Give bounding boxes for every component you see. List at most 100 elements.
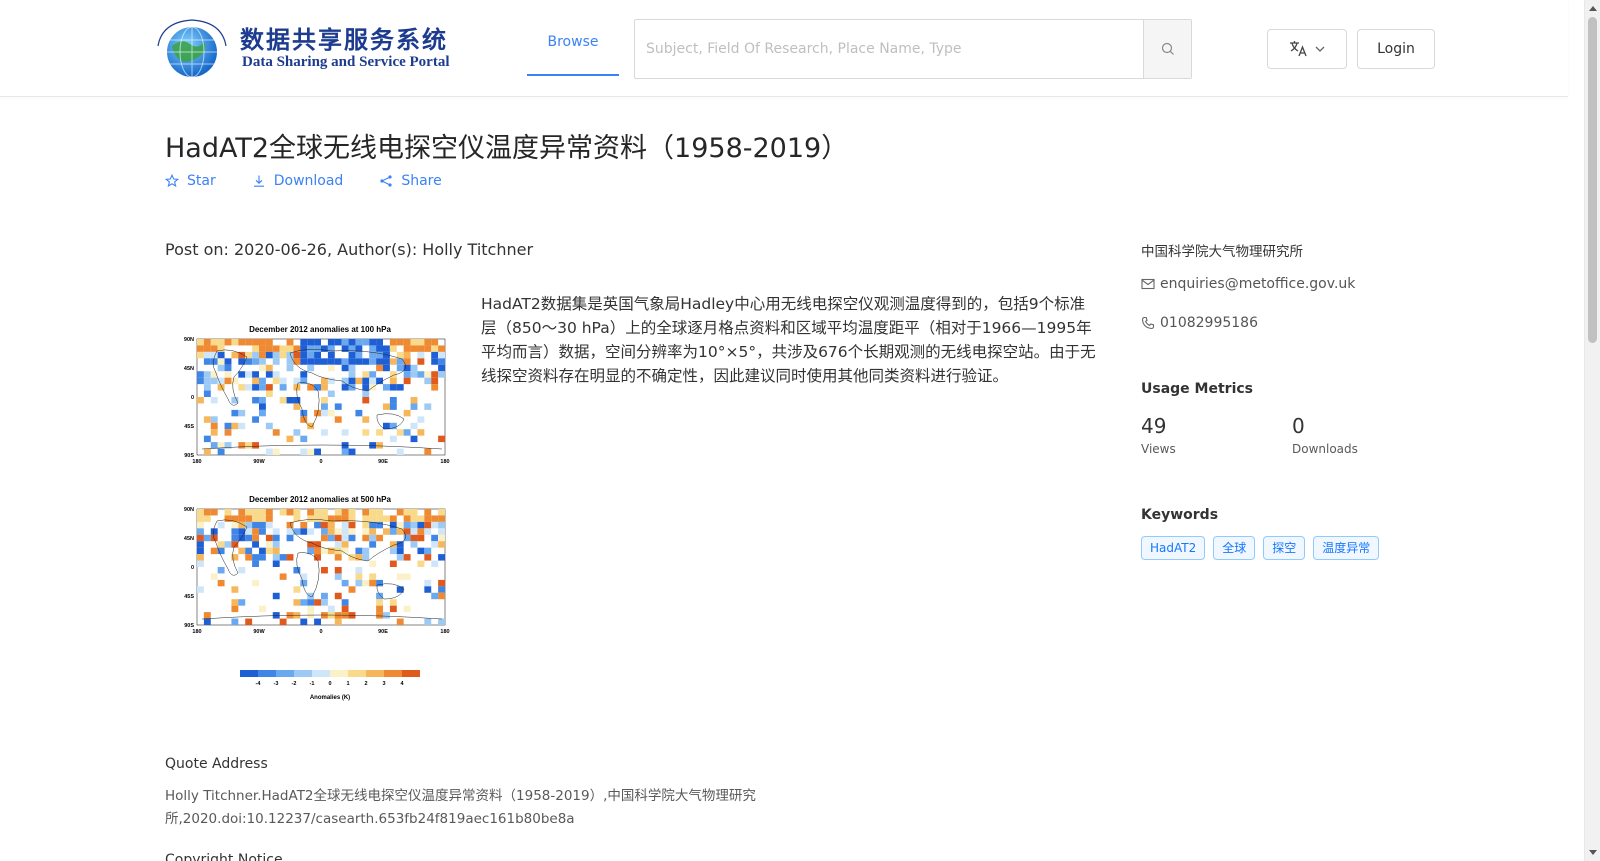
anomaly-cell (307, 528, 315, 535)
anomaly-cell (431, 515, 439, 522)
anomaly-cell (369, 358, 377, 365)
scroll-up-arrow-icon[interactable] (1589, 6, 1597, 11)
anomaly-cell (265, 345, 273, 352)
download-button[interactable]: Download (252, 173, 343, 189)
anomaly-cell (383, 364, 390, 372)
anomaly-cell (327, 377, 335, 385)
anomaly-cell (396, 554, 404, 561)
anomaly-cell (203, 618, 211, 625)
anomaly-cell (362, 339, 370, 346)
anomaly-cell (438, 618, 445, 625)
anomaly-cell (314, 515, 321, 522)
colorbar-swatch (258, 670, 276, 677)
anomaly-cell (396, 547, 404, 555)
language-switcher[interactable] (1267, 29, 1347, 69)
anomaly-cell (203, 384, 211, 391)
anomaly-cell (341, 509, 349, 516)
anomaly-cell (431, 345, 439, 352)
anomaly-cell (383, 403, 390, 410)
search-button[interactable] (1143, 20, 1191, 78)
anomaly-cell (341, 521, 349, 529)
quote-address-text: Holly Titchner.HadAT2全球无线电探空仪温度异常资料（1958… (165, 788, 756, 827)
keyword-tag[interactable]: 全球 (1213, 536, 1256, 560)
star-label: Star (187, 173, 216, 189)
anomaly-cell (321, 534, 328, 542)
top-header: 数据共享服务系统 Data Sharing and Service Portal… (0, 0, 1568, 97)
lon-tick-label: 180 (440, 459, 449, 465)
anomaly-cell (410, 528, 418, 535)
anomaly-cell (321, 515, 328, 522)
scrollbar-thumb[interactable] (1588, 17, 1597, 343)
anomaly-cell (245, 534, 253, 542)
anomaly-cell (341, 534, 349, 542)
anomaly-map-100hpa: December 2012 anomalies at 100 hPa 90N 45N… (184, 325, 450, 465)
anomaly-cell (238, 515, 246, 522)
anomaly-cell (252, 509, 259, 516)
star-button[interactable]: Star (165, 173, 216, 189)
anomaly-cell (348, 528, 356, 535)
anomaly-cell (348, 358, 356, 365)
phone-text: 01082995186 (1160, 315, 1258, 331)
anomaly-cell (231, 599, 239, 606)
anomaly-cell (410, 521, 418, 529)
site-logo[interactable]: 数据共享服务系统 Data Sharing and Service Portal (152, 16, 450, 80)
anomaly-cell (217, 351, 225, 359)
search-input[interactable] (635, 20, 1143, 78)
page-scrollbar[interactable] (1584, 0, 1600, 861)
keyword-tag[interactable]: 探空 (1263, 536, 1306, 560)
anomaly-cell (203, 509, 211, 516)
anomaly-cell (431, 541, 439, 548)
anomaly-cell (424, 554, 432, 561)
anomaly-cell (272, 592, 280, 600)
anomaly-cell (238, 567, 246, 574)
anomaly-cell (293, 377, 301, 385)
keyword-tags: HadAT2 全球 探空 温度异常 (1141, 536, 1380, 560)
anomaly-cell (403, 605, 411, 613)
anomaly-cell (362, 509, 370, 516)
anomaly-cell (197, 371, 204, 378)
keyword-tag[interactable]: HadAT2 (1141, 536, 1206, 560)
anomaly-cell (307, 547, 315, 555)
anomaly-cell (334, 554, 342, 561)
login-button[interactable]: Login (1357, 29, 1435, 69)
anomaly-cell (376, 612, 383, 619)
anomaly-cell (300, 579, 308, 587)
anomaly-cell (231, 377, 239, 385)
anomaly-cell (259, 521, 266, 529)
anomaly-cell (272, 448, 280, 455)
anomaly-cell (334, 541, 342, 548)
logo-title-cn: 数据共享服务系统 (240, 26, 448, 54)
anomaly-cell (265, 384, 273, 391)
nav-browse-tab[interactable]: Browse (527, 0, 619, 76)
scroll-down-arrow-icon[interactable] (1589, 850, 1597, 855)
share-button[interactable]: Share (379, 173, 442, 189)
anomaly-cell (438, 554, 445, 561)
anomaly-cell (417, 515, 425, 522)
anomaly-cell (334, 358, 342, 365)
anomaly-cell (293, 351, 301, 359)
anomaly-cell (362, 515, 370, 522)
anomaly-cell (272, 541, 280, 548)
anomaly-cell (203, 534, 211, 542)
share-label: Share (401, 173, 442, 189)
anomaly-cell (438, 579, 445, 587)
anomaly-cell (197, 521, 204, 529)
dataset-actions: Star Download Share (165, 173, 442, 189)
dataset-description: HadAT2数据集是英国气象局Hadley中心用无线电探空仪观测温度得到的，包括… (481, 295, 1096, 385)
anomaly-cell (217, 358, 225, 365)
downloads-value: 0 (1292, 414, 1305, 438)
anomaly-cell (438, 592, 445, 600)
anomaly-cell (252, 377, 259, 385)
anomaly-cell (355, 351, 363, 359)
keyword-tag[interactable]: 温度异常 (1313, 536, 1380, 560)
anomaly-cell (217, 521, 225, 529)
anomaly-cell (327, 605, 335, 613)
lat-tick-label: 45N (184, 536, 194, 542)
anomaly-cell (231, 605, 239, 613)
anomaly-cell (210, 345, 218, 352)
contact-email[interactable]: enquiries@metoffice.gov.uk (1141, 276, 1355, 292)
anomaly-cell (327, 547, 335, 555)
anomaly-cell (265, 339, 273, 346)
anomaly-cell (389, 397, 397, 404)
anomaly-cell (252, 534, 259, 542)
